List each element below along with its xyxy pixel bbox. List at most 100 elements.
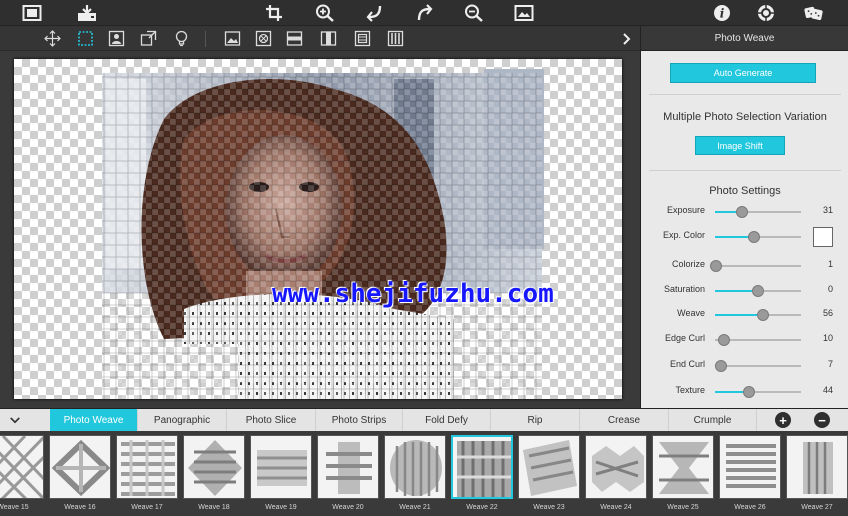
slider-knob[interactable] xyxy=(743,386,756,398)
preset-thumbnail[interactable]: Weave 20 xyxy=(317,435,379,516)
tab-photo-slice[interactable]: Photo Slice xyxy=(227,409,316,432)
move-icon[interactable] xyxy=(42,29,62,48)
weave-pattern-preview xyxy=(326,442,372,494)
svg-text:i: i xyxy=(720,7,725,21)
slider-row: Exp. Color xyxy=(641,227,848,247)
slider-track[interactable] xyxy=(715,231,801,243)
slider-knob[interactable] xyxy=(717,334,730,346)
preset-thumbnail[interactable]: Weave 18 xyxy=(183,435,245,516)
vertical-stripes-icon[interactable] xyxy=(385,29,405,48)
preset-label: Weave 16 xyxy=(64,504,96,511)
slider-label: Weave xyxy=(677,308,705,318)
preset-thumbnail[interactable]: Weave 26 xyxy=(719,435,781,516)
preset-thumbnail[interactable]: Weave 27 xyxy=(786,435,848,516)
slider-track[interactable] xyxy=(715,360,801,372)
tab-panographic[interactable]: Panographic xyxy=(138,409,227,432)
redo-icon[interactable] xyxy=(414,3,436,23)
preset-thumbnail[interactable]: Weave 19 xyxy=(250,435,312,516)
preset-label: Weave 23 xyxy=(533,504,565,511)
slider-knob[interactable] xyxy=(715,360,728,372)
slider-value: 31 xyxy=(822,205,833,215)
tab-crease[interactable]: Crease xyxy=(580,409,669,432)
preset-thumbnail[interactable]: Weave 23 xyxy=(518,435,580,516)
chevron-down-icon[interactable] xyxy=(0,409,30,432)
panel-divider xyxy=(649,94,841,95)
slider-track[interactable] xyxy=(709,260,801,272)
portrait-icon[interactable] xyxy=(106,29,126,48)
tab-rip[interactable]: Rip xyxy=(491,409,580,432)
vertical-split-icon[interactable] xyxy=(318,29,338,48)
auto-generate-button[interactable]: Auto Generate xyxy=(670,63,816,83)
slider-label: End Curl xyxy=(669,359,705,369)
toolbar-divider xyxy=(205,31,206,47)
save-icon[interactable] xyxy=(76,3,98,23)
image-landscape-icon[interactable] xyxy=(222,29,242,48)
preset-thumbnail[interactable]: Weave 16 xyxy=(49,435,111,516)
preset-label: Weave 26 xyxy=(734,504,766,511)
tab-photo-weave[interactable]: Photo Weave xyxy=(50,409,138,432)
slider-knob[interactable] xyxy=(757,309,770,321)
slider-track[interactable] xyxy=(715,285,801,297)
horizontal-strips-icon[interactable] xyxy=(284,29,304,48)
preset-thumbnail[interactable]: Weave 25 xyxy=(652,435,714,516)
mask-icon[interactable] xyxy=(253,29,273,48)
slider-track[interactable] xyxy=(715,334,801,346)
chevron-right-icon[interactable] xyxy=(620,30,634,48)
slider-track[interactable] xyxy=(715,206,801,218)
info-icon[interactable]: i xyxy=(711,3,733,23)
transparency-canvas[interactable]: www.shejifuzhu.com xyxy=(14,59,622,399)
weave-pattern-preview xyxy=(0,436,43,498)
select-icon[interactable] xyxy=(75,29,95,48)
tab-photo-strips[interactable]: Photo Strips xyxy=(316,409,403,432)
preset-preview xyxy=(384,435,446,499)
slider-knob[interactable] xyxy=(709,260,722,272)
add-button[interactable]: + xyxy=(775,412,791,428)
preset-preview xyxy=(317,435,379,499)
color-swatch[interactable] xyxy=(813,227,833,247)
fit-image-icon[interactable] xyxy=(513,3,535,23)
zoom-out-icon[interactable] xyxy=(463,3,485,23)
settings-gear-icon[interactable] xyxy=(755,3,777,23)
preset-preview xyxy=(0,435,44,499)
undo-icon[interactable] xyxy=(364,3,386,23)
preset-thumbnail[interactable]: Weave 22 xyxy=(451,435,513,516)
canvas-area: www.shejifuzhu.com xyxy=(0,51,640,408)
preset-label: Weave 15 xyxy=(0,504,29,511)
top-toolbar: i xyxy=(0,0,848,26)
slider-track[interactable] xyxy=(715,386,801,398)
remove-button[interactable]: − xyxy=(814,412,830,428)
zoom-in-icon[interactable] xyxy=(314,3,336,23)
slider-value: 56 xyxy=(822,308,833,318)
tab-fold-defy[interactable]: Fold Defy xyxy=(403,409,491,432)
preset-label: Weave 17 xyxy=(131,504,163,511)
frame-icon[interactable] xyxy=(352,29,372,48)
panel-header: Photo Weave xyxy=(641,26,848,51)
slider-track[interactable] xyxy=(715,309,801,321)
image-icon[interactable] xyxy=(21,3,43,23)
preset-thumbnail[interactable]: Weave 17 xyxy=(116,435,178,516)
weave-pattern-preview xyxy=(523,440,577,496)
tab-crumple[interactable]: Crumple xyxy=(669,409,757,432)
transform-icon[interactable] xyxy=(138,29,158,48)
preset-thumbnail[interactable]: Weave 24 xyxy=(585,435,647,516)
image-shift-button[interactable]: Image Shift xyxy=(695,136,785,155)
crop-icon[interactable] xyxy=(264,3,286,23)
preset-preview xyxy=(585,435,647,499)
slider-knob[interactable] xyxy=(735,206,748,218)
dice-icon[interactable] xyxy=(803,3,825,23)
slider-row: Edge Curl 10 xyxy=(641,330,848,350)
slider-value: 0 xyxy=(827,284,833,294)
slider-label: Exp. Color xyxy=(662,230,705,240)
preset-preview xyxy=(250,435,312,499)
woven-photo xyxy=(102,69,544,399)
lightbulb-icon[interactable] xyxy=(171,29,191,48)
slider-knob[interactable] xyxy=(747,231,760,243)
preset-preview xyxy=(652,435,714,499)
preset-label: Weave 24 xyxy=(600,504,632,511)
slider-knob[interactable] xyxy=(752,285,764,297)
preset-thumbnail[interactable]: Weave 15 xyxy=(0,435,44,516)
preset-preview xyxy=(451,435,513,499)
preset-label: Weave 22 xyxy=(466,504,498,511)
preset-thumbnail[interactable]: Weave 21 xyxy=(384,435,446,516)
slider-fill xyxy=(715,314,764,316)
